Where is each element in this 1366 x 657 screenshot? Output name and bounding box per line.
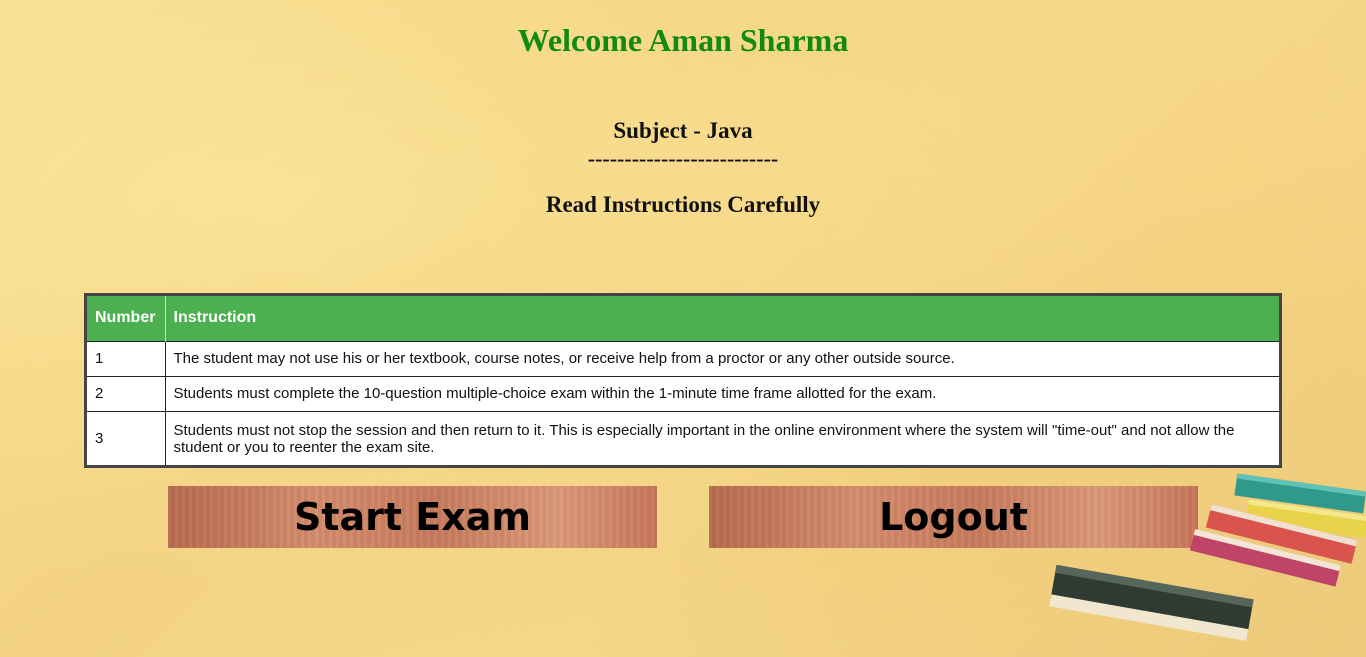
instructions-table: Number Instruction 1 The student may not… <box>84 293 1282 468</box>
column-header-number: Number <box>87 296 166 341</box>
welcome-heading: Welcome Aman Sharma <box>517 22 849 58</box>
heading-divider: -------------------------- <box>587 146 779 171</box>
table-row: 3 Students must not stop the session and… <box>87 411 1279 465</box>
books-illustration <box>1049 473 1366 641</box>
row-number: 3 <box>87 411 166 465</box>
row-instruction: Students must complete the 10-question m… <box>165 375 1279 412</box>
row-number: 2 <box>87 375 166 412</box>
table-row: 2 Students must complete the 10-question… <box>87 375 1279 412</box>
row-instruction: The student may not use his or her textb… <box>165 340 1279 377</box>
row-instruction: Students must not stop the session and t… <box>165 411 1279 465</box>
instructions-heading: Read Instructions Carefully <box>545 192 821 217</box>
subject-heading: Subject - Java <box>613 118 753 143</box>
start-exam-button[interactable]: Start Exam <box>168 486 657 548</box>
table-row: 1 The student may not use his or her tex… <box>87 340 1279 377</box>
column-header-instruction: Instruction <box>165 296 1279 341</box>
table-header-row: Number Instruction <box>87 296 1279 341</box>
row-number: 1 <box>87 340 166 377</box>
